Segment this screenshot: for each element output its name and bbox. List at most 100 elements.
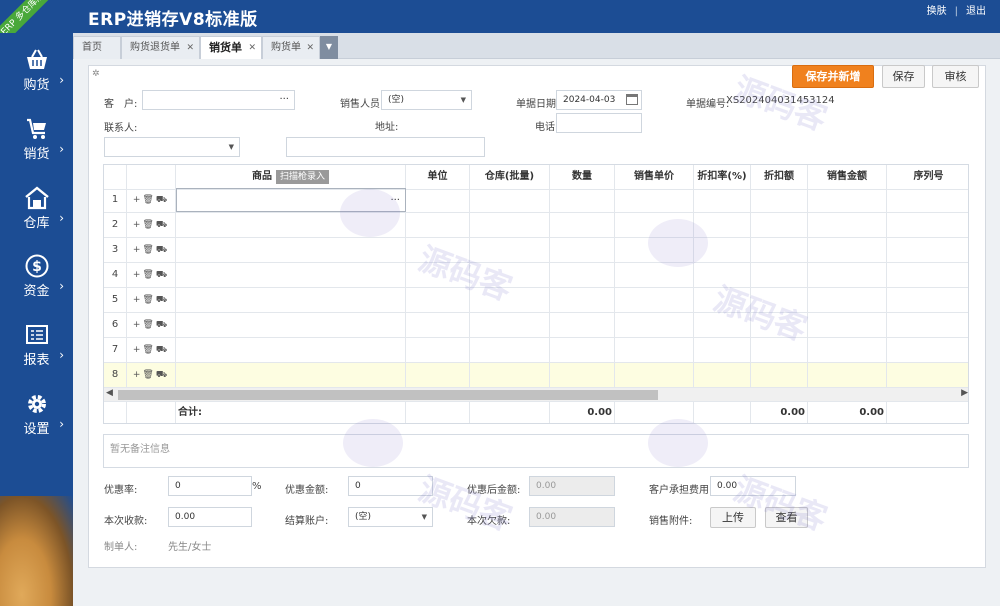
calendar-icon[interactable] xyxy=(626,94,638,105)
discount-rate-input[interactable]: 0 xyxy=(168,476,252,496)
grid-cell[interactable] xyxy=(615,338,694,362)
delete-row-icon[interactable]: 🗑 xyxy=(142,320,155,330)
grid-cell[interactable] xyxy=(615,188,694,212)
add-row-icon[interactable]: + xyxy=(133,245,143,255)
grid-cell[interactable] xyxy=(887,338,968,362)
scan-input-button[interactable]: 扫描枪录入 xyxy=(275,170,329,184)
grid-cell[interactable] xyxy=(406,363,470,387)
grid-cell[interactable] xyxy=(887,288,968,312)
grid-cell[interactable] xyxy=(406,263,470,287)
close-icon[interactable]: ✕ xyxy=(186,37,194,59)
grid-cell[interactable] xyxy=(751,313,808,337)
sidebar-item-funds[interactable]: $ 资金 › xyxy=(0,245,73,305)
grid-cell[interactable] xyxy=(751,238,808,262)
grid-cell[interactable] xyxy=(406,188,470,212)
grid-cell[interactable] xyxy=(694,263,751,287)
delete-row-icon[interactable]: 🗑 xyxy=(142,195,155,205)
remark-textarea[interactable]: 暂无备注信息 xyxy=(103,434,969,468)
add-row-icon[interactable]: + xyxy=(133,370,143,380)
grid-cell[interactable] xyxy=(550,238,615,262)
horizontal-scrollbar[interactable]: ◀ ▶ xyxy=(104,388,968,402)
tab-dropdown-button[interactable]: ▼ xyxy=(320,36,338,59)
upload-button[interactable]: 上传 xyxy=(710,507,756,528)
add-row-icon[interactable]: + xyxy=(133,320,143,330)
grid-cell[interactable] xyxy=(550,263,615,287)
sidebar-item-settings[interactable]: 设置 › xyxy=(0,383,73,443)
grid-cell[interactable] xyxy=(176,338,406,362)
table-row[interactable]: 7 +🗑⛟ xyxy=(104,338,968,363)
grid-cell[interactable] xyxy=(470,288,550,312)
doc-date-input[interactable]: 2024-04-03 xyxy=(556,90,642,110)
add-row-icon[interactable]: + xyxy=(133,295,143,305)
delete-row-icon[interactable]: 🗑 xyxy=(142,220,155,230)
grid-cell[interactable] xyxy=(808,263,887,287)
table-row[interactable]: 1 +🗑⛟ ··· xyxy=(104,188,968,213)
sidebar-item-reports[interactable]: 报表 › xyxy=(0,314,73,374)
grid-cell[interactable] xyxy=(406,338,470,362)
discount-amount-input[interactable]: 0 xyxy=(348,476,433,496)
grid-cell[interactable] xyxy=(470,238,550,262)
more-icon[interactable]: ··· xyxy=(390,189,400,213)
grid-cell[interactable] xyxy=(406,288,470,312)
grid-cell[interactable] xyxy=(751,338,808,362)
save-button[interactable]: 保存 xyxy=(882,65,925,88)
grid-cell[interactable] xyxy=(470,188,550,212)
cart-icon[interactable]: ⛟ xyxy=(156,195,169,205)
grid-cell[interactable] xyxy=(550,288,615,312)
save-and-new-button[interactable]: 保存并新增 xyxy=(792,65,874,88)
scroll-left-icon[interactable]: ◀ xyxy=(106,388,113,398)
delete-row-icon[interactable]: 🗑 xyxy=(142,270,155,280)
grid-cell[interactable] xyxy=(615,288,694,312)
cart-icon[interactable]: ⛟ xyxy=(156,295,169,305)
grid-cell[interactable] xyxy=(470,263,550,287)
grid-cell[interactable] xyxy=(470,213,550,237)
delete-row-icon[interactable]: 🗑 xyxy=(142,295,155,305)
grid-cell[interactable] xyxy=(615,313,694,337)
delete-row-icon[interactable]: 🗑 xyxy=(142,345,155,355)
grid-cell[interactable] xyxy=(694,363,751,387)
sidebar-item-warehouse[interactable]: 仓库 › xyxy=(0,177,73,237)
audit-button[interactable]: 审核 xyxy=(932,65,979,88)
grid-cell[interactable] xyxy=(887,313,968,337)
grid-cell[interactable] xyxy=(615,363,694,387)
grid-cell[interactable] xyxy=(406,313,470,337)
table-row[interactable]: 8 +🗑⛟ xyxy=(104,363,968,388)
grid-cell[interactable] xyxy=(887,188,968,212)
switch-skin-link[interactable]: 换肤 xyxy=(927,6,947,17)
grid-cell[interactable] xyxy=(887,238,968,262)
grid-cell[interactable] xyxy=(176,238,406,262)
grid-cell[interactable] xyxy=(550,213,615,237)
grid-cell[interactable] xyxy=(550,363,615,387)
grid-cell[interactable] xyxy=(615,238,694,262)
grid-cell[interactable] xyxy=(694,288,751,312)
grid-cell[interactable] xyxy=(615,213,694,237)
cart-icon[interactable]: ⛟ xyxy=(156,345,169,355)
grid-cell[interactable] xyxy=(406,238,470,262)
grid-cell[interactable] xyxy=(470,363,550,387)
account-select[interactable]: (空) ▼ xyxy=(348,507,433,527)
grid-cell[interactable] xyxy=(176,363,406,387)
grid-cell[interactable] xyxy=(694,238,751,262)
grid-cell[interactable] xyxy=(550,313,615,337)
sidebar-item-sales[interactable]: 销货 › xyxy=(0,108,73,168)
table-row[interactable]: 5 +🗑⛟ xyxy=(104,288,968,313)
grid-cell[interactable] xyxy=(887,263,968,287)
grid-cell[interactable] xyxy=(751,288,808,312)
tab-home[interactable]: 首页 xyxy=(73,36,121,59)
add-row-icon[interactable]: + xyxy=(133,220,143,230)
table-row[interactable]: 2 +🗑⛟ xyxy=(104,213,968,238)
view-button[interactable]: 查看 xyxy=(765,507,808,528)
grid-cell[interactable] xyxy=(176,313,406,337)
cart-icon[interactable]: ⛟ xyxy=(156,245,169,255)
received-input[interactable]: 0.00 xyxy=(168,507,252,527)
more-icon[interactable]: ··· xyxy=(279,91,289,109)
grid-cell[interactable] xyxy=(751,213,808,237)
grid-cell[interactable] xyxy=(808,238,887,262)
scroll-right-icon[interactable]: ▶ xyxy=(961,388,968,398)
grid-cell[interactable] xyxy=(470,313,550,337)
salesperson-select[interactable]: (空) ▼ xyxy=(381,90,472,110)
sidebar-item-purchase[interactable]: 购货 › xyxy=(0,39,73,99)
grid-cell[interactable] xyxy=(694,313,751,337)
close-icon[interactable]: ✕ xyxy=(306,37,314,59)
close-icon[interactable]: ✕ xyxy=(248,37,256,59)
